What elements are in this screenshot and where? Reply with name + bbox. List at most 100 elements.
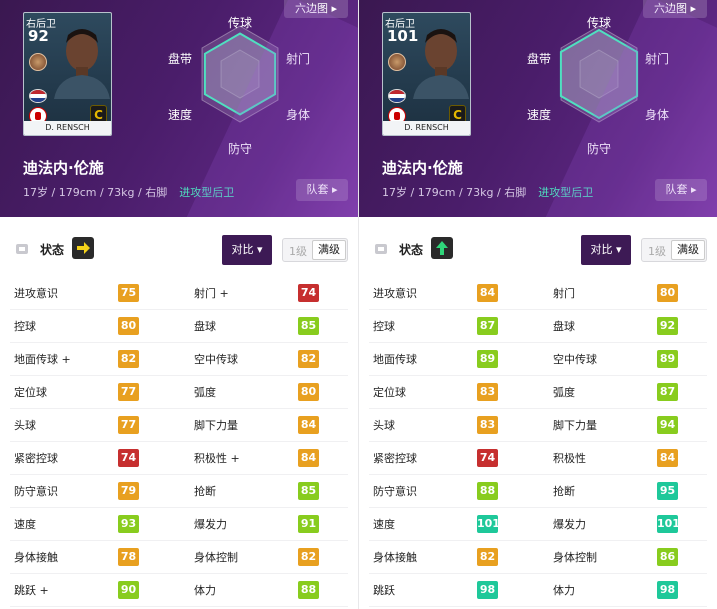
- level-toggle: 1级 满级: [282, 238, 348, 262]
- stat-name: 爆发力: [553, 518, 586, 531]
- caret-right-icon: ▸: [331, 2, 338, 15]
- hexagon-chart-button-label: 六边图: [653, 2, 687, 15]
- stat-value: 87: [477, 317, 498, 335]
- caret-down-icon: ▾: [256, 243, 263, 256]
- stat-row: 头球 77 脚下力量 84: [0, 409, 358, 442]
- stat-name: 身体接触: [373, 551, 417, 564]
- stat-value: 75: [118, 284, 139, 302]
- stat-name: 防守意识: [14, 485, 58, 498]
- stat-name: 脚下力量: [194, 419, 238, 432]
- level-toggle: 1级 满级: [641, 238, 707, 262]
- stat-value: 82: [298, 548, 319, 566]
- radar-chart: 传球 盘带 射门 速度 身体 防守: [160, 8, 320, 158]
- stat-row: 防守意识 88 抢断 95: [359, 475, 717, 508]
- level-1-option[interactable]: 1级: [289, 243, 307, 259]
- stat-value: 77: [118, 416, 139, 434]
- stat-name: 盘球: [194, 320, 216, 333]
- stat-value: 88: [298, 581, 319, 599]
- player-meta: 17岁 / 179cm / 73kg / 右脚 进攻型后卫: [23, 184, 234, 200]
- player-meta-text: 17岁 / 179cm / 73kg / 右脚: [23, 186, 168, 199]
- player-header: 右后卫 101 C D. RENSCH 六边图 ▸ 传球 盘带 射门 速度 身体…: [359, 0, 717, 217]
- radar-label-passing: 传球: [228, 16, 253, 30]
- stat-row: 进攻意识 75 射门 + 74: [0, 277, 358, 310]
- stat-name: 积极性 +: [194, 452, 240, 465]
- stat-value: 78: [118, 548, 139, 566]
- stat-value: 91: [298, 515, 319, 533]
- netherlands-flag-icon: [29, 89, 47, 103]
- stat-name: 盘球: [553, 320, 575, 333]
- hexagon-chart-button-label: 六边图: [294, 2, 328, 15]
- status-bar: 状态 对比 ▾ 1级 满级: [359, 228, 717, 272]
- stat-value: 101: [657, 515, 680, 533]
- player-name: 迪法内·伦施: [382, 159, 463, 177]
- radar-label-speed: 速度: [527, 108, 552, 122]
- stat-value: 88: [477, 482, 498, 500]
- card-player-name: D. RENSCH: [24, 121, 111, 135]
- stat-row: 进攻意识 84 射门 80: [359, 277, 717, 310]
- stat-value: 85: [298, 317, 319, 335]
- stat-name: 爆发力: [194, 518, 227, 531]
- stat-row: 跳跃 + 90 体力 88: [0, 574, 358, 607]
- stat-value: 82: [118, 350, 139, 368]
- stat-value: 83: [477, 416, 498, 434]
- level-1-option[interactable]: 1级: [648, 243, 666, 259]
- stat-name: 头球: [373, 419, 395, 432]
- player-role[interactable]: 进攻型后卫: [179, 186, 234, 199]
- player-panel-right: 右后卫 101 C D. RENSCH 六边图 ▸ 传球 盘带 射门 速度 身体…: [359, 0, 717, 609]
- compare-button-label: 对比: [231, 243, 254, 256]
- stat-name: 射门 +: [194, 287, 229, 300]
- stat-name: 紧密控球: [373, 452, 417, 465]
- stat-name: 积极性: [553, 452, 586, 465]
- compare-button[interactable]: 对比 ▾: [581, 235, 631, 265]
- stat-name: 空中传球: [194, 353, 238, 366]
- stat-value: 89: [657, 350, 678, 368]
- radar-label-speed: 速度: [168, 108, 193, 122]
- stat-row: 紧密控球 74 积极性 + 84: [0, 442, 358, 475]
- stat-row: 身体接触 78 身体控制 82: [0, 541, 358, 574]
- compare-button-label: 对比: [590, 243, 613, 256]
- squad-button[interactable]: 队套 ▸: [655, 179, 707, 201]
- stat-value: 84: [298, 449, 319, 467]
- stat-value: 77: [118, 383, 139, 401]
- card-badge-icon: [388, 53, 406, 71]
- stat-row: 定位球 77 弧度 80: [0, 376, 358, 409]
- stat-value: 82: [477, 548, 498, 566]
- player-panel-left: 右后卫 92 C D. RENSCH 六边图 ▸ 传球 盘带 射门 速度 身体 …: [0, 0, 358, 609]
- player-card[interactable]: 右后卫 101 C D. RENSCH: [382, 12, 471, 136]
- status-label: 状态: [399, 243, 424, 257]
- radar-label-dribbling: 盘带: [168, 52, 193, 66]
- radar-chart: 传球 盘带 射门 速度 身体 防守: [519, 8, 679, 158]
- stat-value: 82: [298, 350, 319, 368]
- stat-value: 84: [657, 449, 678, 467]
- hexagon-chart-button[interactable]: 六边图 ▸: [643, 0, 707, 18]
- level-max-option[interactable]: 满级: [312, 240, 346, 260]
- card-player-name: D. RENSCH: [383, 121, 470, 135]
- stat-name: 身体接触: [14, 551, 58, 564]
- stat-value: 84: [298, 416, 319, 434]
- radar-label-physical: 身体: [286, 108, 311, 122]
- stats-table: 进攻意识 84 射门 80 控球 87 盘球 92 地面传球 89 空中传球 89 定位球 83 弧度 87 头…: [359, 277, 717, 607]
- stat-value: 95: [657, 482, 678, 500]
- stat-row: 防守意识 79 抢断 85: [0, 475, 358, 508]
- status-icon: [16, 244, 28, 254]
- compare-button[interactable]: 对比 ▾: [222, 235, 272, 265]
- level-max-option[interactable]: 满级: [671, 240, 705, 260]
- player-card[interactable]: 右后卫 92 C D. RENSCH: [23, 12, 112, 136]
- stat-value: 83: [477, 383, 498, 401]
- stat-value: 98: [657, 581, 678, 599]
- stat-value: 80: [298, 383, 319, 401]
- hexagon-chart-button[interactable]: 六边图 ▸: [284, 0, 348, 18]
- radar-label-dribbling: 盘带: [527, 52, 552, 66]
- stat-name: 进攻意识: [14, 287, 58, 300]
- stat-row: 地面传球 89 空中传球 89: [359, 343, 717, 376]
- stat-value: 79: [118, 482, 139, 500]
- stat-name: 抢断: [194, 485, 216, 498]
- squad-button[interactable]: 队套 ▸: [296, 179, 348, 201]
- player-role[interactable]: 进攻型后卫: [538, 186, 593, 199]
- stat-name: 身体控制: [194, 551, 238, 564]
- card-rating: 92: [28, 27, 49, 45]
- status-label: 状态: [40, 243, 65, 257]
- radar-label-shooting: 射门: [645, 52, 670, 66]
- stat-name: 头球: [14, 419, 36, 432]
- stat-row: 定位球 83 弧度 87: [359, 376, 717, 409]
